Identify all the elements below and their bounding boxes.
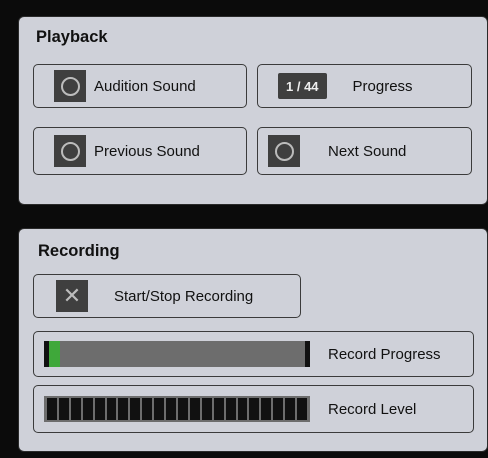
level-segment (106, 398, 117, 420)
level-segment (213, 398, 224, 420)
record-level-row: Record Level (33, 385, 474, 433)
level-segment (70, 398, 81, 420)
record-level-label: Record Level (328, 400, 417, 418)
level-segment (142, 398, 153, 420)
level-segment (261, 398, 272, 420)
record-level-meter (44, 396, 310, 422)
level-segment (273, 398, 284, 420)
previous-sound-button[interactable]: Previous Sound (33, 127, 247, 175)
next-circle-icon (268, 135, 300, 167)
start-stop-recording-button[interactable]: ✕ Start/Stop Recording (33, 274, 301, 318)
level-segment (154, 398, 165, 420)
record-progress-fill (49, 341, 60, 367)
level-segment (82, 398, 93, 420)
level-segment (166, 398, 176, 420)
record-progress-row: Record Progress (33, 331, 474, 377)
level-segment (285, 398, 296, 420)
playback-panel: Playback Audition Sound 1 / 44 Progress … (18, 16, 488, 205)
record-progress-label: Record Progress (328, 345, 441, 363)
recording-panel: Recording ✕ Start/Stop Recording Record … (18, 228, 488, 452)
recording-title: Recording (38, 242, 120, 260)
audition-sound-button[interactable]: Audition Sound (33, 64, 247, 108)
level-segment (201, 398, 212, 420)
playback-title: Playback (36, 28, 108, 46)
level-segment (177, 398, 188, 420)
level-segment (249, 398, 260, 420)
previous-circle-icon (54, 135, 86, 167)
level-segment (94, 398, 105, 420)
level-segment (189, 398, 200, 420)
x-icon: ✕ (56, 280, 88, 312)
previous-sound-label: Previous Sound (94, 142, 200, 160)
progress-label: Progress (352, 77, 413, 95)
start-stop-recording-label: Start/Stop Recording (114, 287, 254, 305)
progress-display: 1 / 44 Progress (257, 64, 472, 108)
level-segment (130, 398, 141, 420)
level-segment (58, 398, 69, 420)
level-segment (47, 398, 57, 420)
next-sound-label: Next Sound (328, 142, 407, 160)
record-progress-bar (44, 341, 310, 367)
audition-circle-icon (54, 70, 86, 102)
progress-counter: 1 / 44 (278, 73, 327, 99)
level-segment (237, 398, 248, 420)
level-segment (118, 398, 129, 420)
level-segment (225, 398, 236, 420)
level-segment (297, 398, 307, 420)
next-sound-button[interactable]: Next Sound (257, 127, 472, 175)
audition-sound-label: Audition Sound (94, 77, 196, 95)
